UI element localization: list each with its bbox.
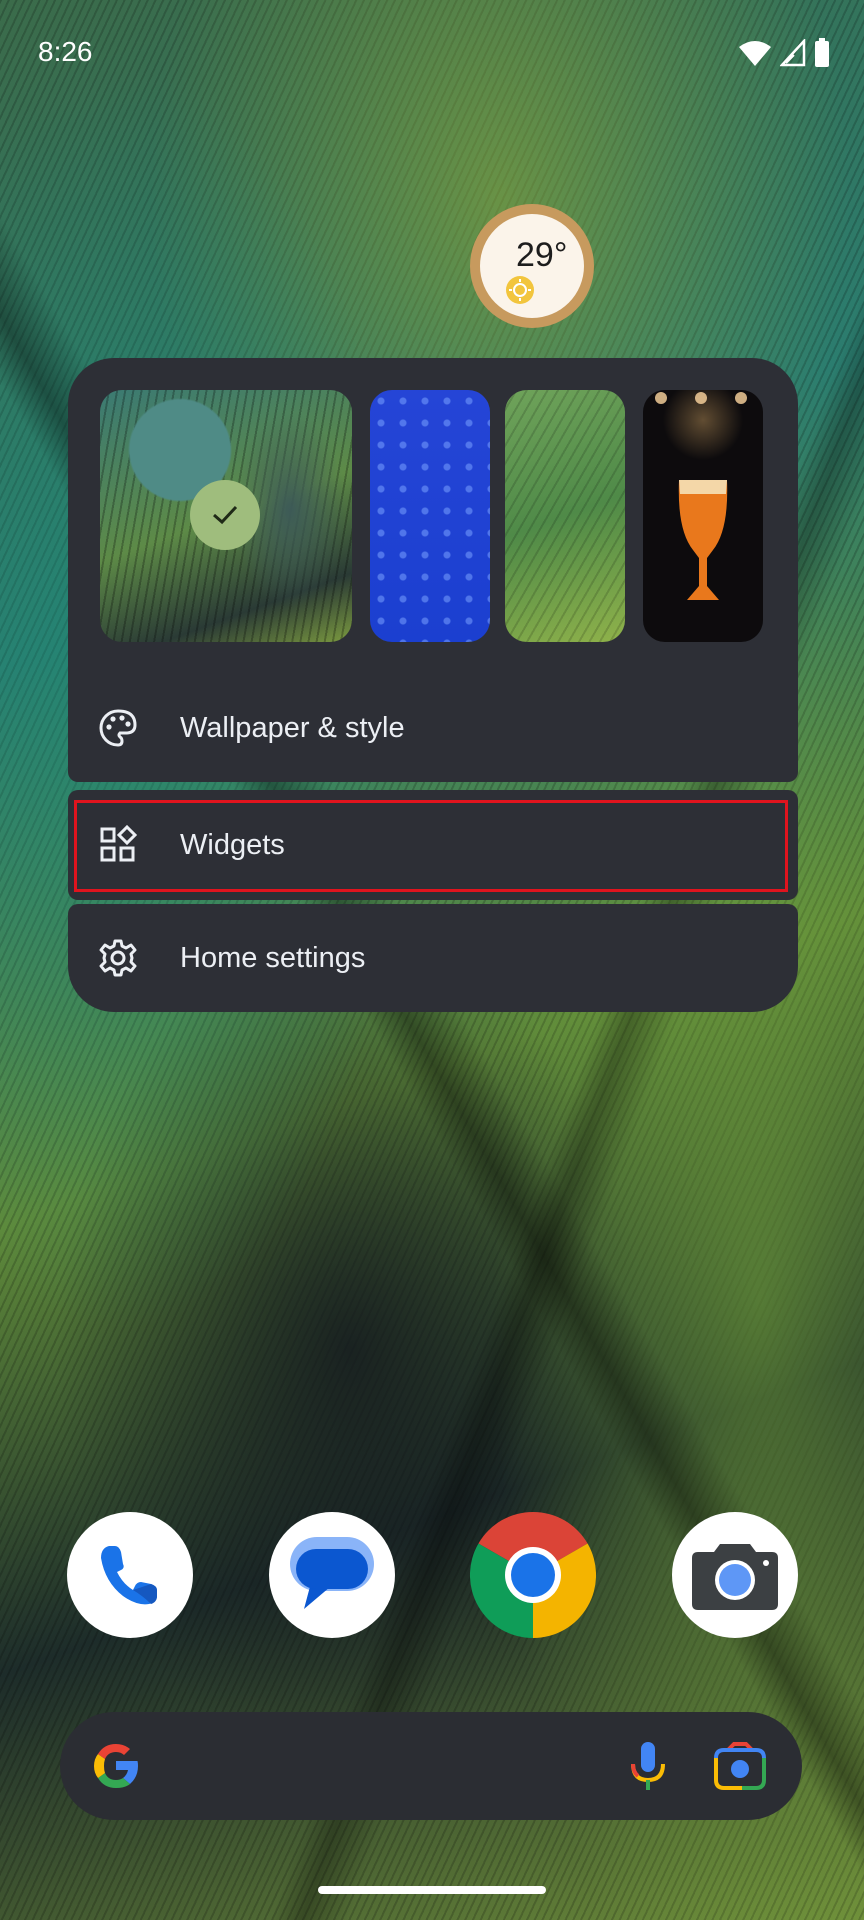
- battery-icon: [814, 38, 830, 72]
- wallpaper-thumb-1[interactable]: [100, 390, 352, 642]
- highlight-box: [74, 800, 788, 892]
- cellular-signal-icon: [779, 37, 806, 71]
- menu-item-label: Wallpaper & style: [180, 711, 405, 744]
- status-time: 8:26: [38, 36, 93, 67]
- gear-icon: [99, 939, 137, 977]
- camera-icon: [692, 1544, 778, 1610]
- dock-app-camera[interactable]: [672, 1512, 798, 1638]
- selected-check-icon: [190, 480, 260, 550]
- menu-item-wallpaper-style[interactable]: Wallpaper & style: [68, 674, 798, 782]
- dock-app-chrome[interactable]: [470, 1512, 596, 1638]
- microphone-icon[interactable]: [620, 1738, 676, 1794]
- wallpaper-thumb-2[interactable]: [370, 390, 490, 642]
- wallpaper-thumb-4[interactable]: [643, 390, 763, 642]
- phone-icon: [101, 1546, 157, 1605]
- google-g-icon: [94, 1744, 138, 1788]
- wallpaper-thumb-3[interactable]: [505, 390, 625, 642]
- beer-glass-image: [655, 392, 747, 600]
- status-icons: [738, 37, 830, 72]
- palette-icon: [99, 709, 137, 747]
- wifi-icon: [738, 39, 772, 71]
- sunny-icon: [506, 276, 534, 304]
- weather-widget-face: 29°: [480, 214, 584, 318]
- google-search-bar[interactable]: [60, 1712, 802, 1820]
- menu-item-label: Home settings: [180, 941, 366, 974]
- weather-widget[interactable]: 29°: [470, 204, 594, 328]
- weather-temperature: 29°: [516, 236, 568, 274]
- dock-app-messages[interactable]: [269, 1512, 395, 1638]
- status-bar: 8:26: [0, 0, 864, 110]
- menu-item-home-settings[interactable]: Home settings: [68, 904, 798, 1012]
- navigation-gesture-handle[interactable]: [318, 1886, 546, 1894]
- messages-icon: [290, 1537, 374, 1609]
- google-lens-icon[interactable]: [712, 1740, 768, 1792]
- dock-app-phone[interactable]: [67, 1512, 193, 1638]
- chrome-icon: [470, 1512, 596, 1638]
